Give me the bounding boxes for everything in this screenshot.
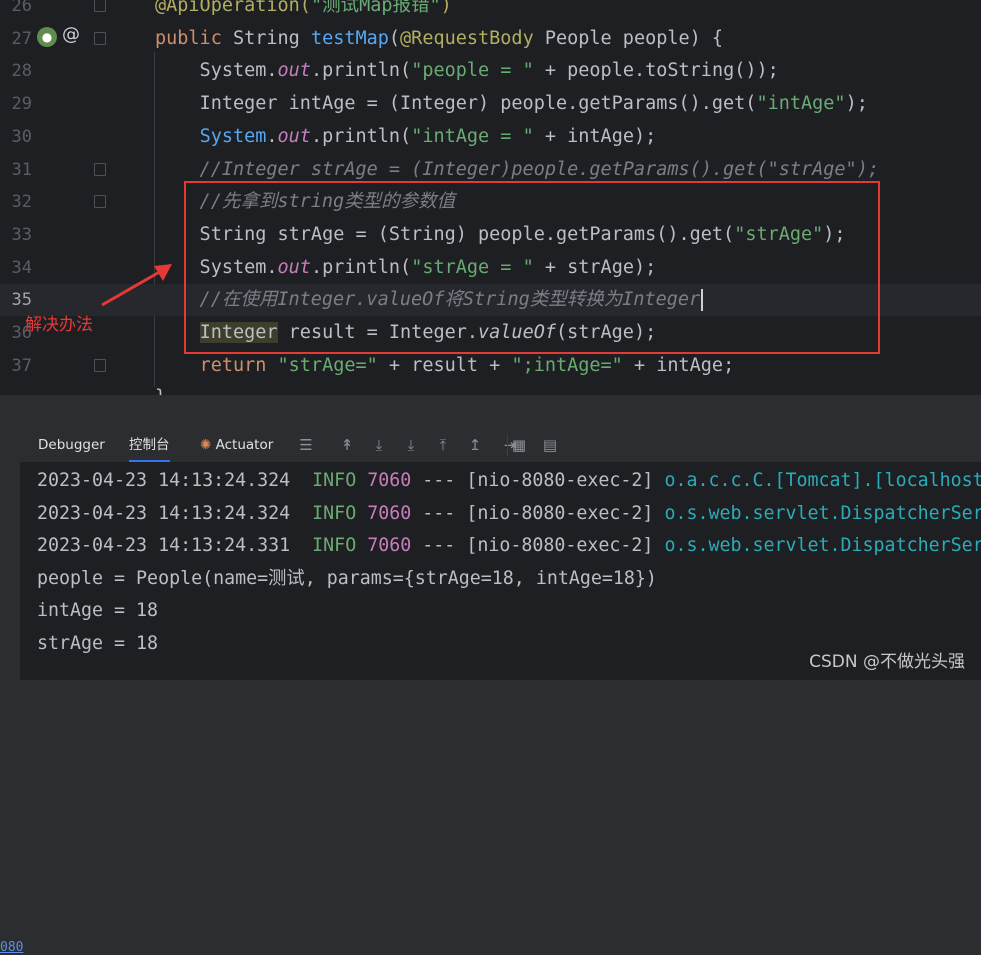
watermark: CSDN @不做光头强 bbox=[809, 652, 965, 672]
red-arrow-icon bbox=[101, 264, 172, 307]
tool-window-strip: 080 bbox=[0, 428, 23, 955]
output-line: strAge = 18 bbox=[37, 633, 159, 654]
log-thread: [nio-8080-exec-2] bbox=[466, 535, 654, 556]
output-line: people = People(name=测试, params={strAge=… bbox=[37, 568, 657, 589]
step-into-icon[interactable]: ⤓ bbox=[400, 434, 422, 456]
console-toolbar: Debugger 控制台 ✺ Actuator ☰ ↟ ⤓ ⤓ ⤒ ↥ ⇥ ▦ … bbox=[20, 428, 981, 463]
output-line: intAge = 18 bbox=[37, 600, 159, 621]
tab-debugger[interactable]: Debugger bbox=[38, 428, 105, 462]
code-editor[interactable]: 26 @ApiOperation("测试Map报错") 27 public Strin… bbox=[0, 0, 981, 395]
log-sep: --- bbox=[422, 470, 456, 491]
menu-icon[interactable]: ☰ bbox=[295, 434, 317, 456]
frames-icon[interactable]: ▤ bbox=[539, 434, 561, 456]
log-sep: --- bbox=[422, 535, 456, 556]
log-time: 2023-04-23 14:13:24.324 bbox=[37, 503, 291, 524]
side-reference-link[interactable]: 080 bbox=[0, 940, 23, 955]
evaluate-icon[interactable]: ▦ bbox=[508, 434, 530, 456]
log-thread: [nio-8080-exec-2] bbox=[466, 503, 654, 524]
tab-actuator[interactable]: ✺ Actuator bbox=[200, 428, 273, 462]
log-logger[interactable]: o.s.web.servlet.DispatcherSer bbox=[664, 503, 981, 524]
log-pid: 7060 bbox=[367, 470, 412, 491]
log-logger[interactable]: o.a.c.c.C.[Tomcat].[localhost bbox=[664, 470, 981, 491]
solution-label: 解决办法 bbox=[25, 315, 93, 335]
tab-actuator-label: Actuator bbox=[215, 437, 274, 453]
log-pid: 7060 bbox=[367, 535, 412, 556]
scroll-up-icon[interactable]: ↟ bbox=[336, 434, 358, 456]
log-level: INFO bbox=[312, 535, 357, 556]
log-thread: [nio-8080-exec-2] bbox=[466, 470, 654, 491]
log-line: 2023-04-23 14:13:24.324 INFO 7060 --- [n… bbox=[37, 498, 981, 530]
actuator-icon: ✺ bbox=[200, 437, 212, 453]
log-time: 2023-04-23 14:13:24.324 bbox=[37, 470, 291, 491]
log-line: 2023-04-23 14:13:24.331 INFO 7060 --- [n… bbox=[37, 530, 981, 562]
force-step-into-icon[interactable]: ⤒ bbox=[432, 434, 454, 456]
step-out-icon[interactable]: ↥ bbox=[464, 434, 486, 456]
log-level: INFO bbox=[312, 503, 357, 524]
log-logger[interactable]: o.s.web.servlet.DispatcherSer bbox=[664, 535, 981, 556]
panel-divider[interactable] bbox=[0, 395, 981, 428]
log-level: INFO bbox=[312, 470, 357, 491]
step-over-icon[interactable]: ⤓ bbox=[368, 434, 390, 456]
log-time: 2023-04-23 14:13:24.331 bbox=[37, 535, 291, 556]
log-line: 2023-04-23 14:13:24.324 INFO 7060 --- [n… bbox=[37, 465, 981, 497]
log-sep: --- bbox=[422, 503, 456, 524]
tab-console[interactable]: 控制台 bbox=[129, 428, 170, 462]
log-pid: 7060 bbox=[367, 503, 412, 524]
